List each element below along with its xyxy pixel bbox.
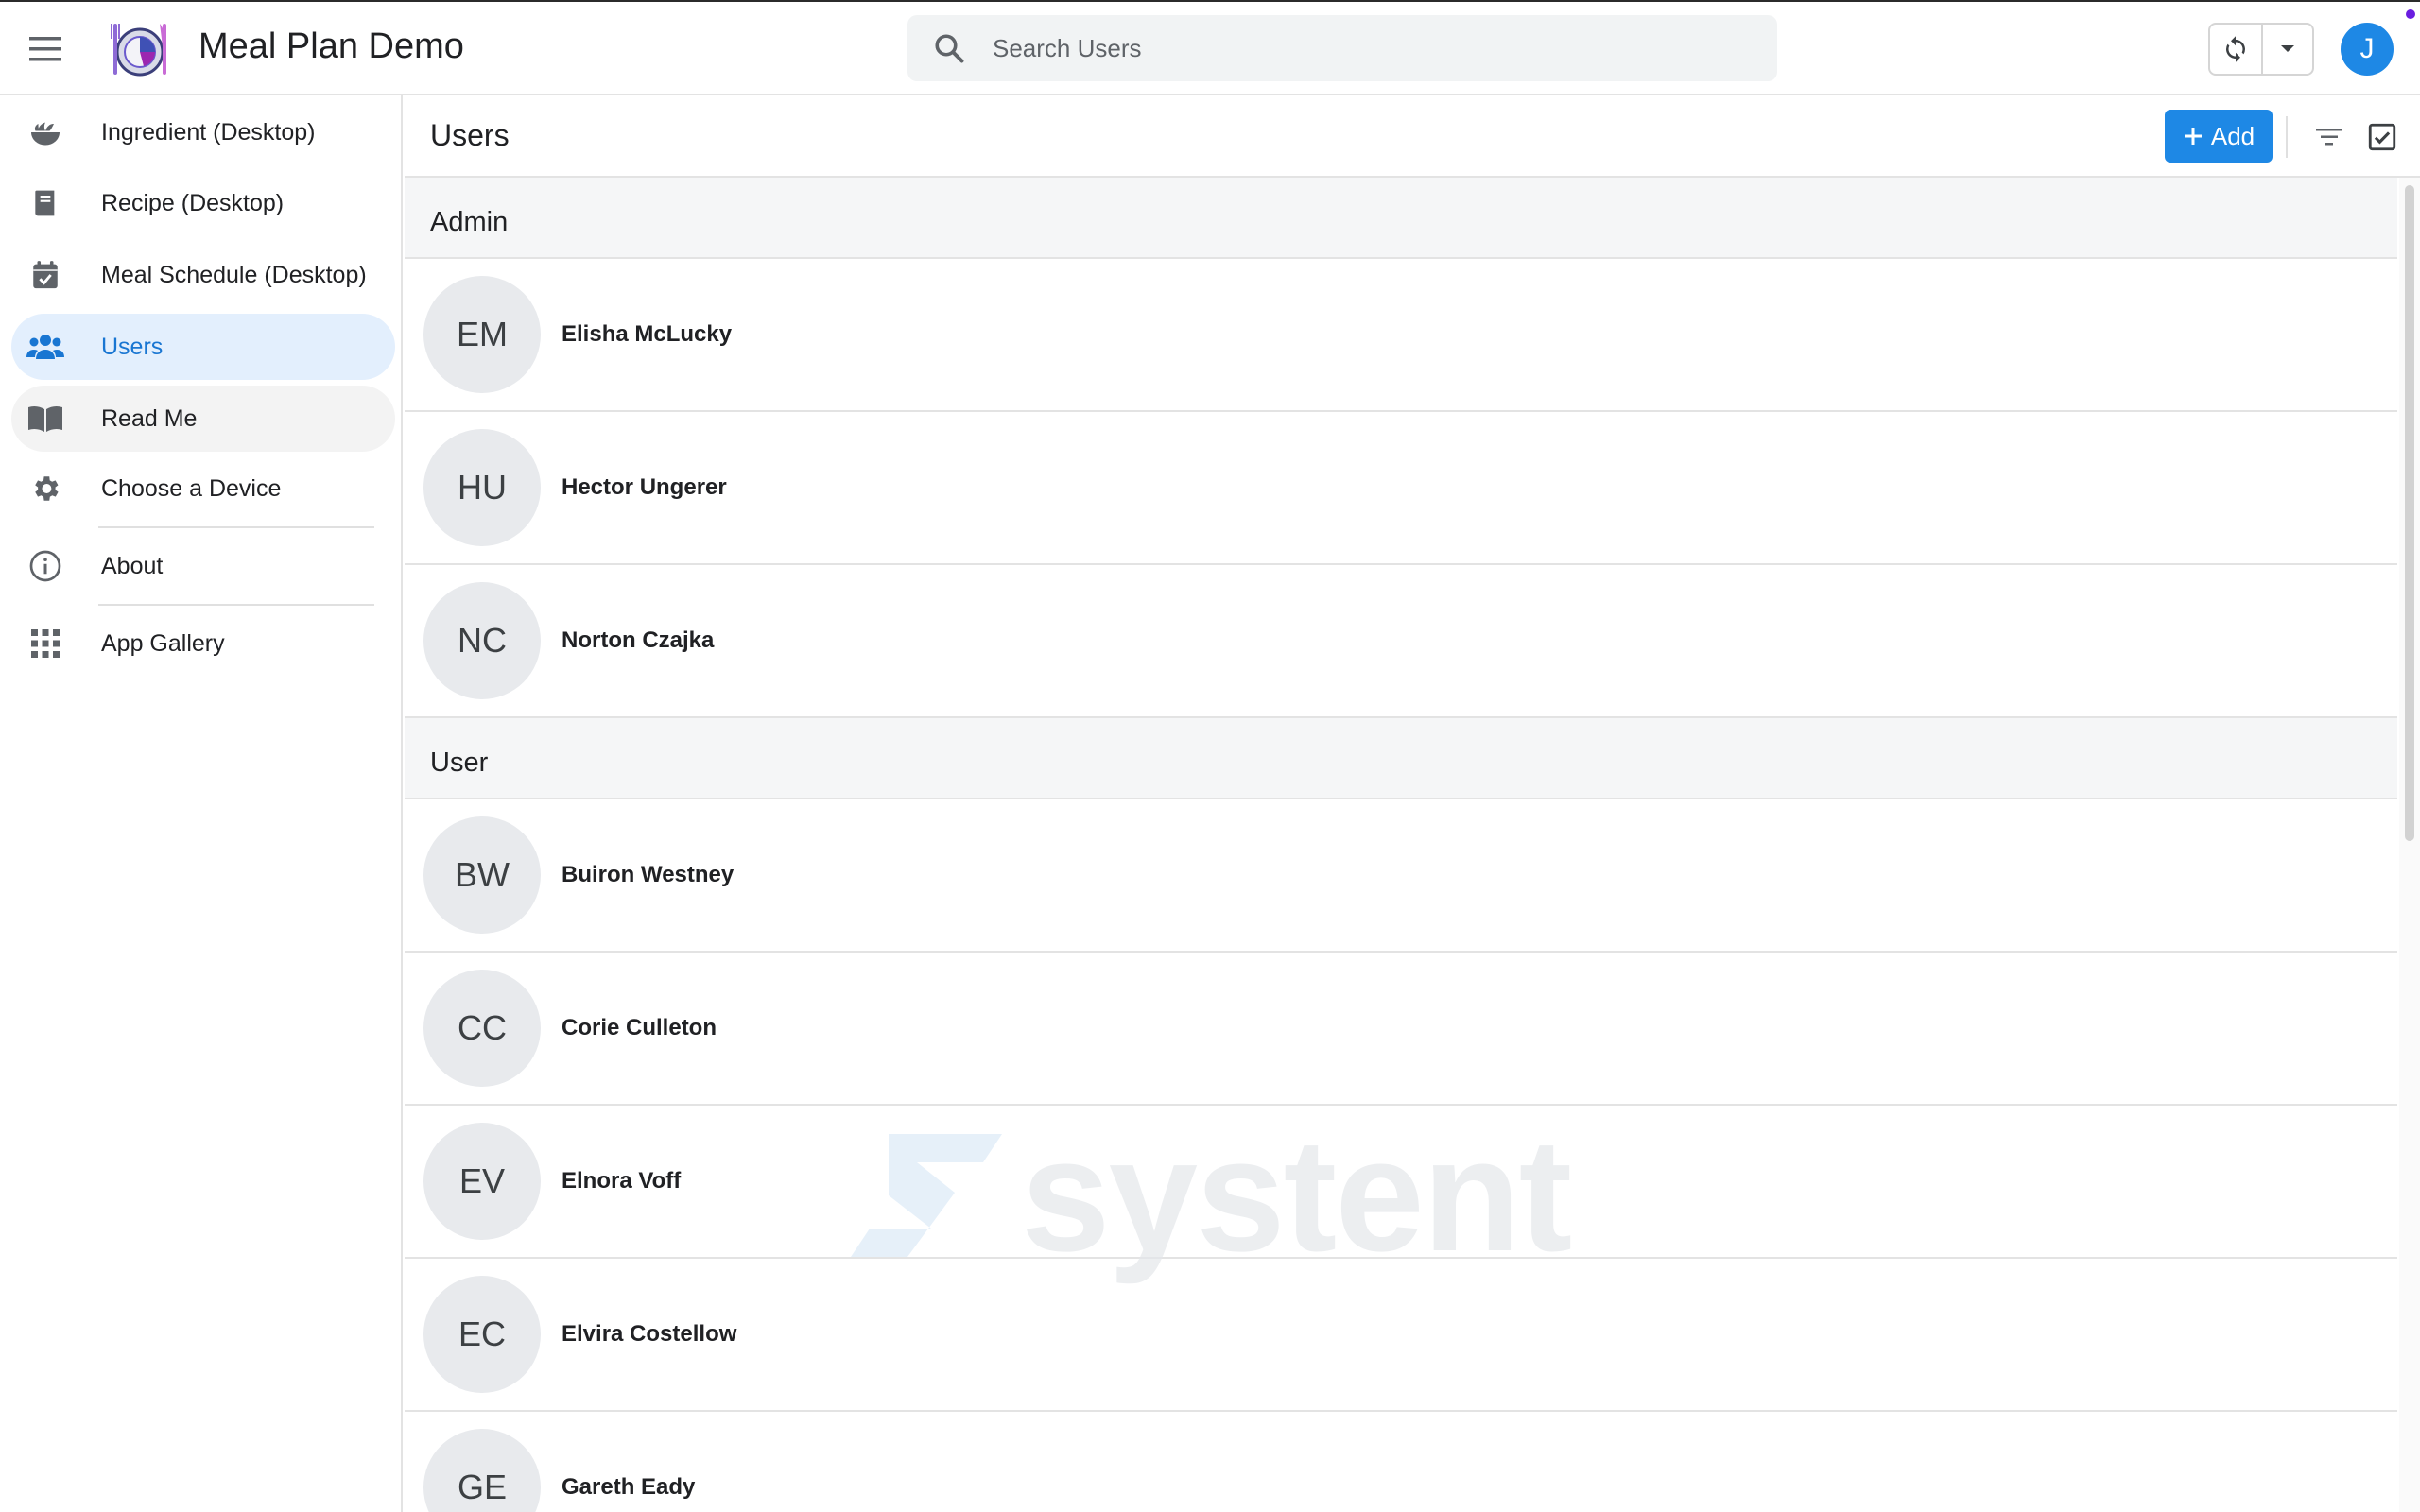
select-mode-button[interactable] (2361, 116, 2403, 158)
list-item[interactable]: GE Gareth Eady (405, 1412, 2397, 1512)
avatar: CC (424, 970, 541, 1087)
add-button-label: Add (2210, 121, 2256, 150)
sidebar-item-label: Ingredient (Desktop) (101, 118, 316, 146)
gear-icon (26, 470, 64, 507)
caret-down-icon (2281, 45, 2294, 52)
app-bar: Meal Plan Demo J (0, 0, 2420, 95)
group-header-user: User (405, 718, 2397, 799)
search-input[interactable] (993, 33, 1730, 63)
sidebar-item-choose-device[interactable]: Choose a Device (11, 455, 395, 522)
user-name: Hector Ungerer (562, 474, 727, 500)
bowl-icon (26, 113, 64, 151)
app-logo (108, 18, 170, 80)
user-avatar[interactable]: J (2341, 23, 2394, 76)
sidebar-item-label: App Gallery (101, 629, 225, 657)
sidebar-item-ingredient[interactable]: Ingredient (Desktop) (11, 99, 395, 165)
book-icon (26, 184, 64, 222)
sidebar-divider (98, 604, 374, 606)
plus-icon (2184, 128, 2202, 145)
hamburger-icon (29, 37, 61, 61)
users-list: Admin EM Elisha McLucky HU Hector Ungere… (405, 178, 2397, 1512)
sidebar-item-app-gallery[interactable]: App Gallery (11, 610, 395, 677)
avatar: HU (424, 429, 541, 546)
search-icon (930, 29, 968, 67)
page-title: Users (430, 118, 510, 152)
sync-icon (2226, 36, 2245, 62)
grid-icon (26, 625, 64, 662)
info-icon (26, 547, 64, 585)
checkbox-icon (2368, 123, 2396, 151)
header-divider (2286, 116, 2288, 158)
menu-button[interactable] (23, 26, 68, 72)
sidebar-item-read-me[interactable]: Read Me (11, 386, 395, 452)
sidebar-item-about[interactable]: About (11, 533, 395, 599)
avatar: EV (424, 1123, 541, 1240)
sync-dropdown-button[interactable] (2263, 25, 2312, 74)
user-name: Elnora Voff (562, 1168, 682, 1194)
list-item[interactable]: EM Elisha McLucky (405, 259, 2397, 412)
avatar: EM (424, 276, 541, 393)
group-label: Admin (430, 207, 509, 237)
sidebar-item-label: Recipe (Desktop) (101, 189, 285, 216)
scrollbar[interactable] (2399, 178, 2420, 1512)
user-name: Elisha McLucky (562, 321, 733, 347)
list-item[interactable]: NC Norton Czajka (405, 565, 2397, 718)
search-bar[interactable] (908, 15, 1777, 81)
avatar: NC (424, 582, 541, 699)
sidebar-item-users[interactable]: Users (11, 314, 395, 380)
user-name: Buiron Westney (562, 862, 735, 887)
list-item[interactable]: CC Corie Culleton (405, 953, 2397, 1106)
sidebar-item-recipe[interactable]: Recipe (Desktop) (11, 170, 395, 236)
open-book-icon (26, 400, 64, 438)
sidebar-item-label: Read Me (101, 404, 198, 432)
sync-button-group (2208, 23, 2314, 76)
user-name: Norton Czajka (562, 627, 715, 653)
user-name: Corie Culleton (562, 1015, 717, 1040)
list-item[interactable]: EC Elvira Costellow (405, 1259, 2397, 1412)
main-content: Users Add Admin EM Elisha McLucky HU Hec… (405, 95, 2420, 1512)
sidebar-item-label: Meal Schedule (Desktop) (101, 261, 367, 288)
sidebar-item-label: About (101, 552, 164, 579)
users-icon (26, 328, 64, 366)
avatar: BW (424, 816, 541, 934)
sidebar: Ingredient (Desktop) Recipe (Desktop) Me… (0, 95, 403, 1512)
list-item[interactable]: BW Buiron Westney (405, 799, 2397, 953)
filter-icon (2316, 129, 2342, 146)
user-name: Gareth Eady (562, 1474, 696, 1500)
notification-dot (2406, 9, 2415, 19)
list-item[interactable]: HU Hector Ungerer (405, 412, 2397, 565)
app-title: Meal Plan Demo (199, 26, 464, 66)
sidebar-item-label: Choose a Device (101, 474, 282, 502)
filter-button[interactable] (2310, 118, 2348, 156)
group-label: User (430, 747, 489, 778)
add-button[interactable]: Add (2165, 110, 2273, 163)
avatar: EC (424, 1276, 541, 1393)
sidebar-divider (98, 526, 374, 528)
avatar: GE (424, 1429, 541, 1512)
group-header-admin: Admin (405, 178, 2397, 259)
user-name: Elvira Costellow (562, 1321, 737, 1347)
scrollbar-thumb[interactable] (2405, 185, 2414, 841)
page-header: Users Add (405, 95, 2420, 178)
sync-button[interactable] (2210, 25, 2263, 74)
calendar-check-icon (26, 256, 64, 294)
sidebar-item-label: Users (101, 333, 164, 360)
list-item[interactable]: EV Elnora Voff (405, 1106, 2397, 1259)
sidebar-item-meal-schedule[interactable]: Meal Schedule (Desktop) (11, 242, 395, 308)
